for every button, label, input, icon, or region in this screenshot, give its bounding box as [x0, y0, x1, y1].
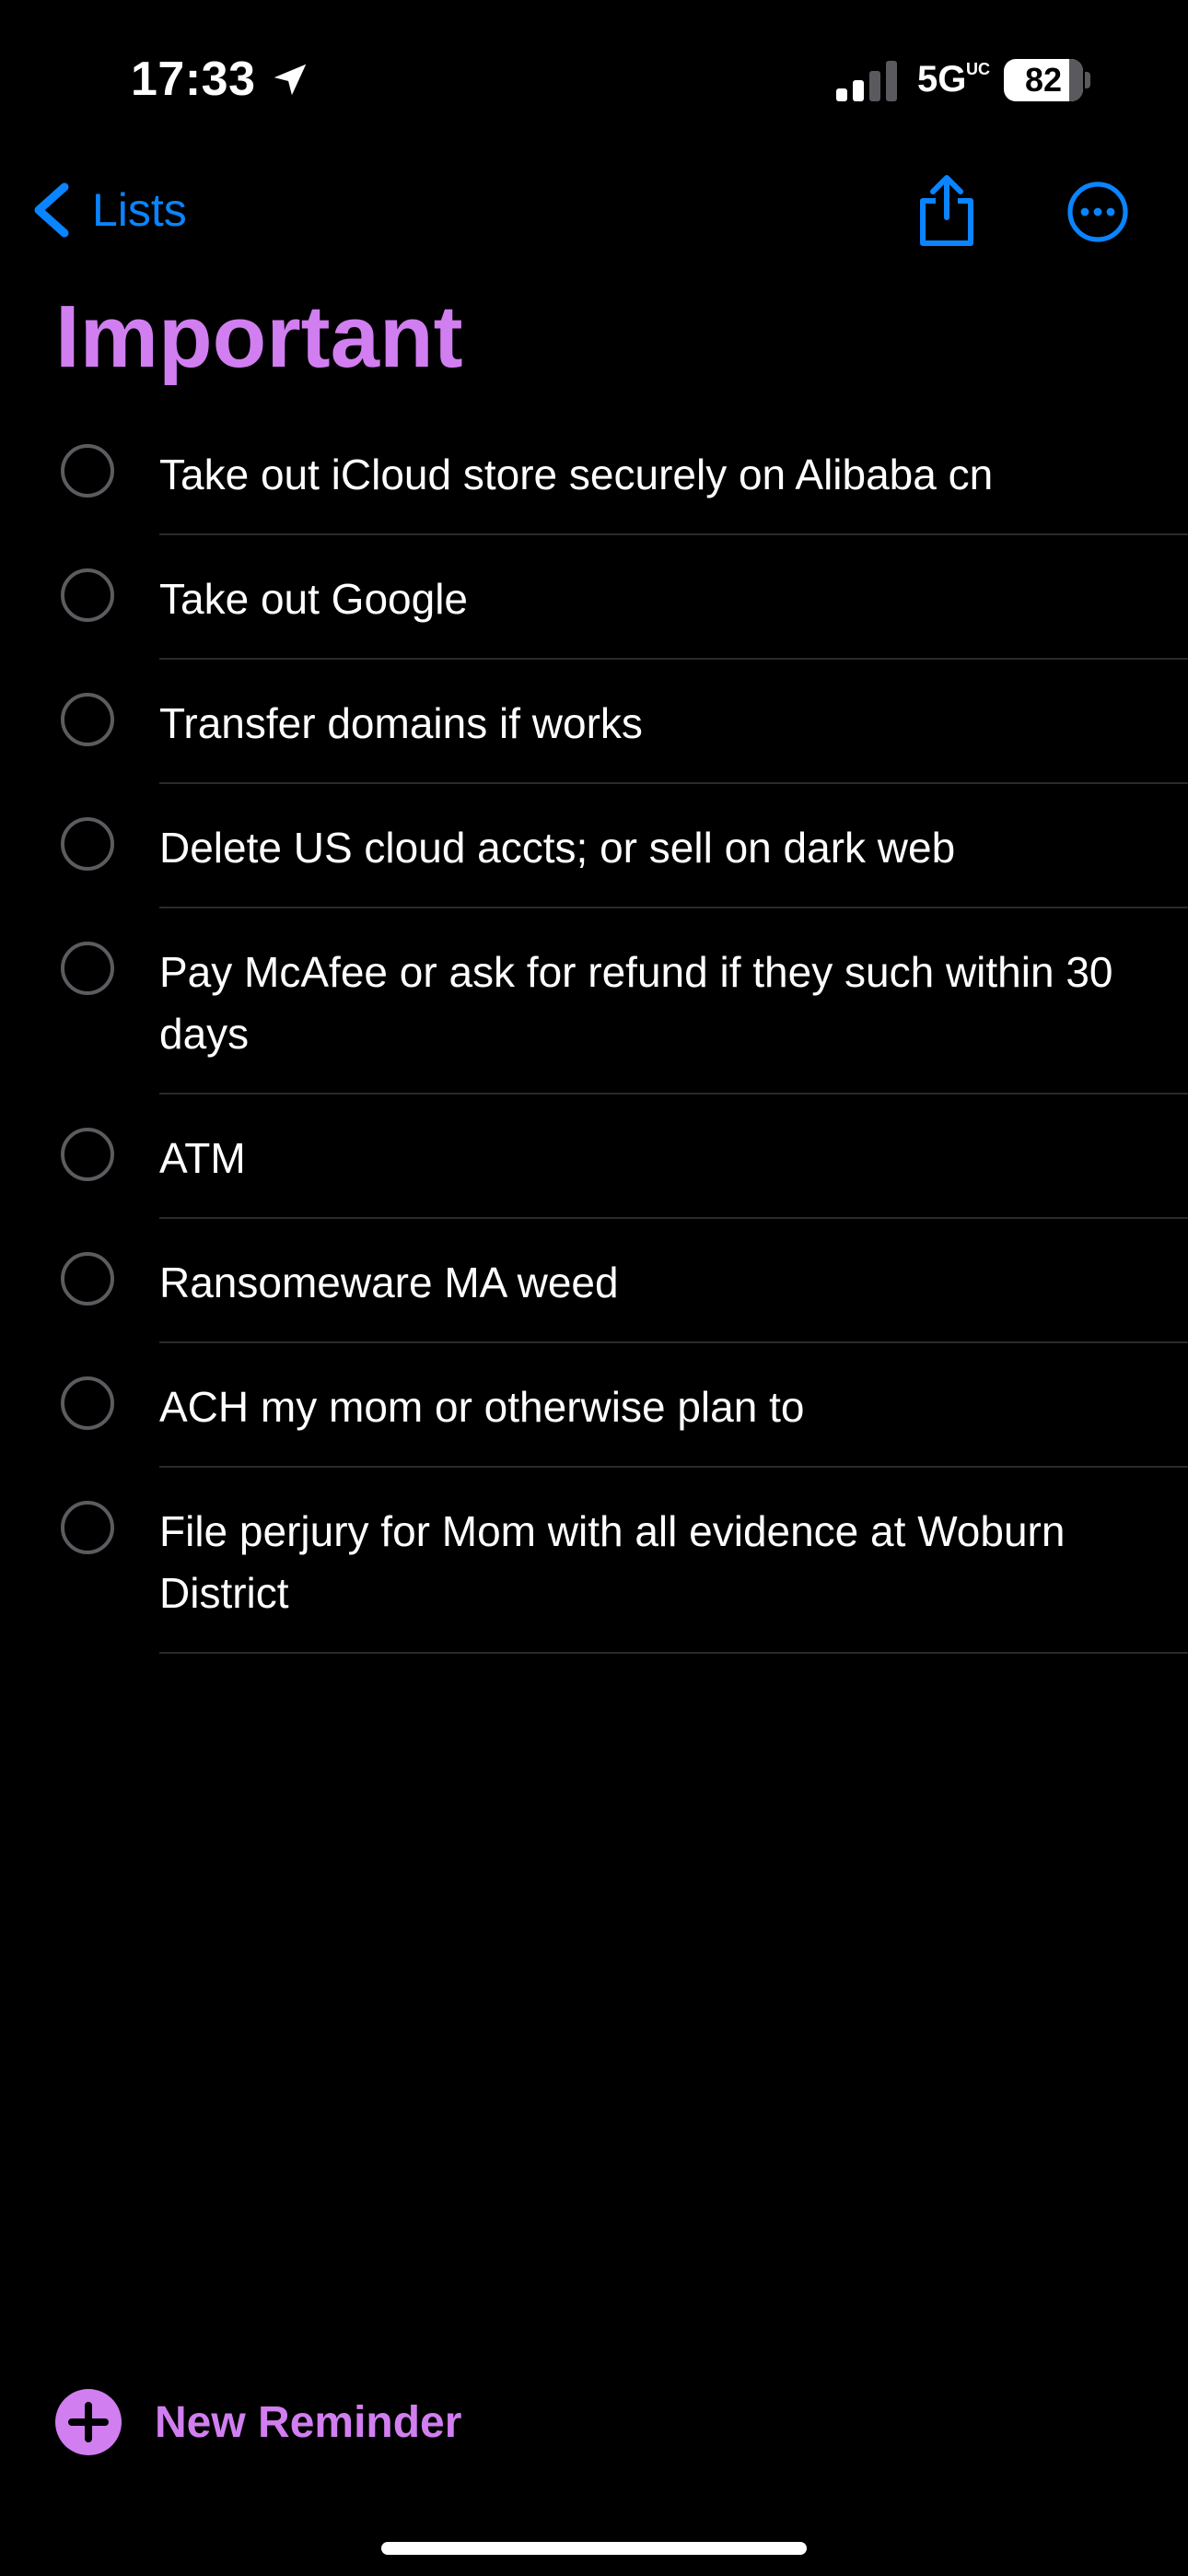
reminder-checkbox-circle[interactable] [61, 1252, 114, 1306]
status-time: 17:33 [131, 53, 256, 106]
reminder-row[interactable]: ATM [0, 1095, 1188, 1219]
reminder-checkbox-circle[interactable] [61, 942, 114, 995]
network-type-suffix: UC [966, 60, 990, 78]
reminder-title[interactable]: Ransomeware MA weed [159, 1219, 1188, 1343]
battery-percent: 82 [1024, 61, 1063, 99]
reminder-title[interactable]: ACH my mom or otherwise plan to [159, 1343, 1188, 1468]
chevron-left-icon [34, 182, 69, 238]
reminder-title[interactable]: Pay McAfee or ask for refund if they suc… [159, 908, 1188, 1095]
back-label: Lists [92, 184, 187, 236]
reminder-checkbox-circle[interactable] [61, 1501, 114, 1554]
reminder-title[interactable]: Transfer domains if works [159, 660, 1188, 784]
signal-bar [836, 88, 847, 101]
reminder-title[interactable]: ATM [159, 1095, 1188, 1219]
reminder-title[interactable]: File perjury for Mom with all evidence a… [159, 1468, 1188, 1654]
signal-bar [869, 71, 880, 101]
reminder-title[interactable]: Take out iCloud store securely on Alibab… [159, 411, 1188, 535]
list-title: Important [55, 287, 463, 386]
reminder-row[interactable]: Delete US cloud accts; or sell on dark w… [0, 784, 1188, 908]
new-reminder-button[interactable]: New Reminder [55, 2388, 461, 2456]
reminder-checkbox-circle[interactable] [61, 568, 114, 622]
battery-icon: 82 [1004, 59, 1083, 101]
network-type: 5G [917, 59, 967, 100]
status-bar: 17:33 5G UC 82 [0, 0, 1188, 161]
signal-bar [886, 61, 897, 101]
reminder-list: Take out iCloud store securely on Alibab… [0, 411, 1188, 1654]
location-arrow-icon [274, 64, 307, 96]
reminder-row[interactable]: File perjury for Mom with all evidence a… [0, 1468, 1188, 1654]
signal-bar [853, 80, 864, 101]
back-to-lists-button[interactable]: Lists [29, 175, 187, 245]
share-icon[interactable] [914, 173, 980, 247]
reminder-row[interactable]: Take out Google [0, 535, 1188, 660]
reminder-row[interactable]: Pay McAfee or ask for refund if they suc… [0, 908, 1188, 1095]
reminder-title[interactable]: Take out Google [159, 535, 1188, 660]
new-reminder-label: New Reminder [155, 2397, 462, 2447]
plus-circle-icon [55, 2389, 122, 2455]
reminder-row[interactable]: Take out iCloud store securely on Alibab… [0, 411, 1188, 535]
more-options-icon[interactable] [1066, 181, 1129, 243]
reminder-row[interactable]: Transfer domains if works [0, 660, 1188, 784]
reminder-checkbox-circle[interactable] [61, 444, 114, 498]
reminder-row[interactable]: ACH my mom or otherwise plan to [0, 1343, 1188, 1468]
reminder-checkbox-circle[interactable] [61, 1128, 114, 1181]
home-indicator[interactable] [381, 2542, 807, 2555]
reminder-checkbox-circle[interactable] [61, 817, 114, 871]
reminder-checkbox-circle[interactable] [61, 1376, 114, 1430]
reminder-checkbox-circle[interactable] [61, 693, 114, 746]
cellular-signal-icon [836, 61, 897, 101]
reminder-row[interactable]: Ransomeware MA weed [0, 1219, 1188, 1343]
battery-cap [1085, 72, 1090, 88]
reminder-title[interactable]: Delete US cloud accts; or sell on dark w… [159, 784, 1188, 908]
